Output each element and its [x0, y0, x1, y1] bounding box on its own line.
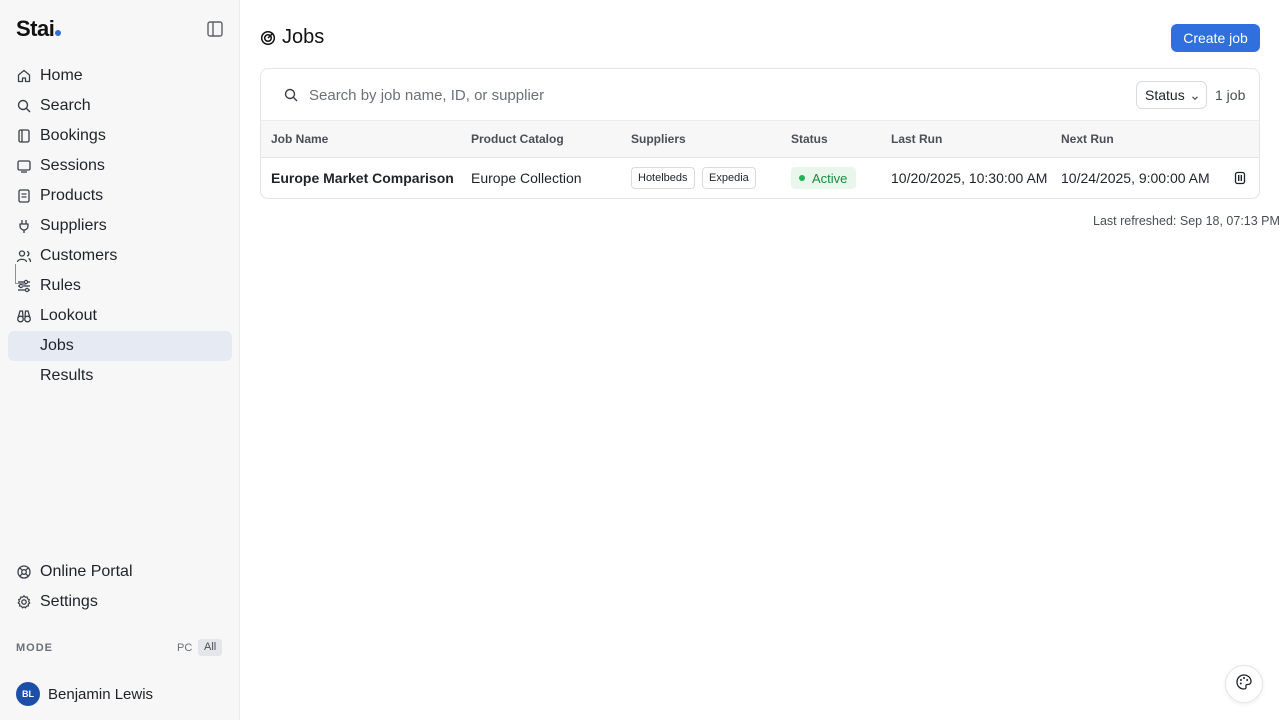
app-logo[interactable]: Stai	[16, 16, 62, 42]
suppliers-icon	[16, 218, 32, 234]
sidebar-collapse-icon[interactable]	[206, 20, 226, 40]
user-profile[interactable]: BL Benjamin Lewis	[16, 682, 153, 706]
product-catalog-cell: Europe Collection	[471, 170, 582, 186]
sidebar-item-lookout[interactable]: Lookout	[8, 301, 232, 331]
sidebar-item-label: Jobs	[40, 337, 74, 354]
next-run-cell: 10/24/2025, 9:00:00 AM	[1061, 170, 1210, 186]
job-name-cell[interactable]: Europe Market Comparison	[271, 170, 454, 186]
last-refreshed: Last refreshed: Sep 18, 07:13 PM	[1093, 214, 1280, 228]
sidebar-item-products[interactable]: Products	[8, 181, 232, 211]
sidebar-item-label: Sessions	[40, 157, 105, 174]
portal-icon	[16, 564, 32, 580]
search-icon	[283, 87, 299, 103]
search-input[interactable]	[309, 83, 909, 107]
jobs-radar-icon	[260, 30, 276, 46]
products-icon	[16, 188, 32, 204]
jobs-table-card: Status 1 job Job Name Product Catalog Su…	[260, 68, 1260, 199]
sidebar: Stai Home Search Bookings Sessions Produ…	[0, 0, 240, 720]
sidebar-item-label: Customers	[40, 247, 118, 264]
tree-arrow-icon: ▸	[22, 279, 27, 289]
main-content: Jobs Create job Status 1 job Job Name Pr…	[240, 0, 1280, 720]
supplier-chip: Expedia	[702, 167, 756, 189]
sidebar-item-home[interactable]: Home	[8, 61, 232, 91]
mode-label: MODE	[16, 642, 53, 654]
user-name: Benjamin Lewis	[48, 685, 154, 703]
sidebar-item-customers[interactable]: Customers	[8, 241, 232, 271]
binoculars-icon	[16, 308, 32, 324]
sidebar-item-label: Suppliers	[40, 217, 107, 234]
sidebar-item-label: Rules	[40, 277, 81, 294]
column-header-status[interactable]: Status	[791, 132, 828, 146]
sidebar-item-suppliers[interactable]: Suppliers	[8, 211, 232, 241]
sidebar-item-results[interactable]: Results	[8, 361, 232, 391]
filter-bar: Status 1 job	[261, 69, 1259, 121]
supplier-chip: Hotelbeds	[631, 167, 695, 189]
sidebar-item-sessions[interactable]: Sessions	[8, 151, 232, 181]
mode-option-pc[interactable]: PC	[177, 642, 192, 654]
status-badge-label: Active	[812, 170, 848, 186]
job-count: 1 job	[1215, 87, 1246, 103]
create-job-button[interactable]: Create job	[1171, 24, 1260, 52]
sidebar-item-label: Home	[40, 67, 83, 84]
sidebar-item-jobs[interactable]: Jobs	[8, 331, 232, 361]
bookings-icon	[16, 128, 32, 144]
status-dot-icon	[799, 175, 805, 181]
sidebar-item-label: Bookings	[40, 127, 106, 144]
table-row[interactable]: Europe Market Comparison Europe Collecti…	[261, 158, 1259, 198]
column-header-next-run[interactable]: Next Run	[1061, 132, 1114, 146]
sidebar-nav: Home Search Bookings Sessions Products S…	[8, 61, 232, 391]
customers-icon	[16, 248, 32, 264]
status-filter-label: Status	[1145, 87, 1185, 103]
sidebar-item-online-portal[interactable]: Online Portal	[8, 557, 232, 587]
status-badge: Active	[791, 167, 857, 189]
page-title: Jobs	[260, 26, 324, 49]
sessions-icon	[16, 158, 32, 174]
sidebar-item-label: Online Portal	[40, 563, 133, 580]
column-header-last-run[interactable]: Last Run	[891, 132, 942, 146]
sidebar-item-label: Lookout	[40, 307, 97, 324]
last-run-cell: 10/20/2025, 10:30:00 AM	[891, 170, 1048, 186]
sidebar-item-label: Products	[40, 187, 104, 204]
table-header: Job Name Product Catalog Suppliers Statu…	[261, 120, 1259, 158]
mode-option-all[interactable]: All	[198, 639, 223, 656]
avatar: BL	[16, 682, 40, 706]
chevron-down-icon	[1190, 90, 1200, 101]
sidebar-item-search[interactable]: Search	[8, 91, 232, 121]
column-header-suppliers[interactable]: Suppliers	[631, 132, 686, 146]
sidebar-bottom-nav: Online Portal Settings	[8, 557, 232, 617]
help-palette-button[interactable]	[1225, 665, 1263, 703]
sidebar-item-label: Results	[40, 367, 94, 384]
home-icon	[16, 68, 32, 84]
sidebar-item-bookings[interactable]: Bookings	[8, 121, 232, 151]
sidebar-item-rules[interactable]: Rules	[8, 271, 232, 301]
sidebar-item-label: Search	[40, 97, 91, 114]
column-header-job-name[interactable]: Job Name	[271, 132, 328, 146]
gear-icon	[16, 594, 32, 610]
page-title-text: Jobs	[282, 26, 325, 48]
sidebar-item-settings[interactable]: Settings	[8, 587, 232, 617]
palette-icon	[1235, 673, 1253, 696]
search-icon	[16, 98, 32, 114]
column-header-product-catalog[interactable]: Product Catalog	[471, 132, 564, 146]
pause-icon[interactable]	[1233, 171, 1247, 185]
sidebar-item-label: Settings	[40, 593, 98, 610]
status-filter-dropdown[interactable]: Status	[1136, 81, 1207, 109]
mode-switch: MODE PC All	[16, 638, 224, 658]
